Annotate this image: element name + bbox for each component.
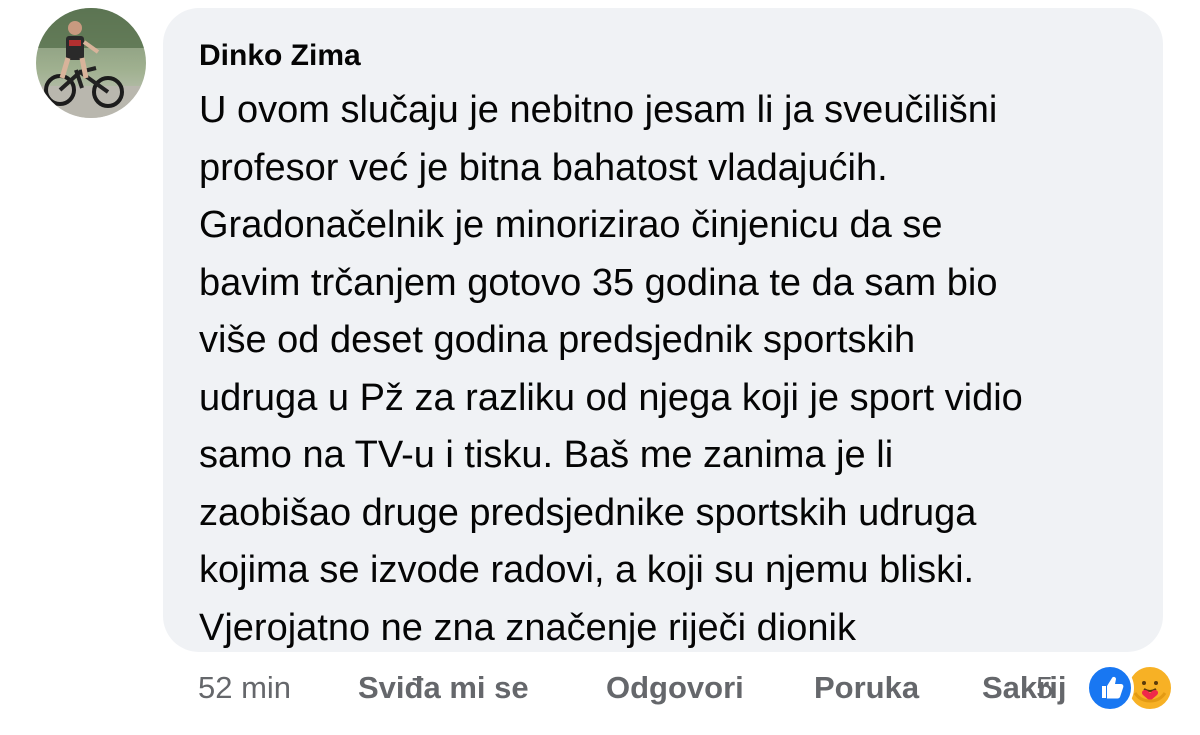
comment-text-line: U ovom slučaju je nebitno jesam li ja sv…: [199, 89, 998, 131]
avatar-photo-cyclist: [36, 8, 146, 118]
comment-text-line: Vjerojatno ne zna značenje riječi dionik: [199, 606, 856, 649]
comment-text-line: Gradonačelnik je minorizirao činjenicu d…: [199, 204, 943, 246]
reaction-count[interactable]: 5: [1036, 668, 1053, 708]
comment-text-line: samo na TV-u i tisku. Baš me zanima je l…: [199, 434, 894, 476]
comment-text-line: više od deset godina predsjednik sportsk…: [199, 319, 916, 361]
message-button[interactable]: Poruka: [814, 668, 919, 708]
comment-timestamp[interactable]: 52 min: [198, 668, 291, 708]
like-icon: [1086, 664, 1134, 712]
reply-button[interactable]: Odgovori: [606, 668, 744, 708]
comment-actions-bar: 52 min Sviđa mi se Odgovori Poruka Sakri…: [0, 660, 1200, 720]
comment-text-line: zaobišao druge predsjednike sportskih ud…: [199, 491, 977, 534]
comment-text-line: bavim trčanjem gotovo 35 godina te da sa…: [199, 261, 998, 304]
avatar[interactable]: [36, 8, 146, 118]
comment-text-line: profesor već je bitna bahatost vladajući…: [199, 146, 888, 189]
comment-text: U ovom slučaju je nebitno jesam li ja sv…: [199, 82, 1149, 657]
comment-author-name[interactable]: Dinko Zima: [199, 38, 361, 74]
like-button[interactable]: Sviđa mi se: [358, 668, 529, 708]
reactions-summary[interactable]: [1086, 660, 1186, 716]
comment-text-line: kojima se izvode radovi, a koji su njemu…: [199, 549, 975, 591]
comment-text-line: udruga u Pž za razliku od njega koji je …: [199, 376, 1023, 419]
hide-button[interactable]: Sakrij: [982, 668, 1066, 708]
comment-bubble: Dinko Zima U ovom slučaju je nebitno jes…: [163, 8, 1163, 652]
